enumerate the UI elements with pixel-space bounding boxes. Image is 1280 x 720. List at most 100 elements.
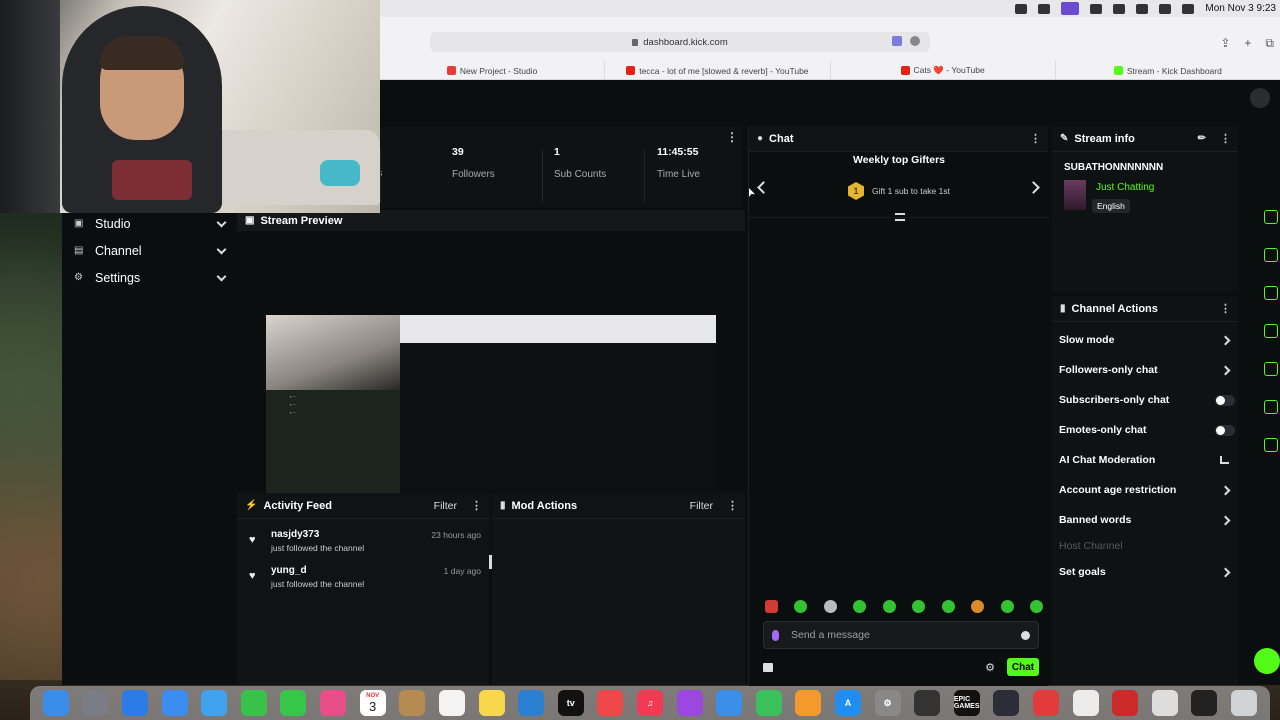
screen-share-icon[interactable] bbox=[1038, 3, 1051, 14]
facetime-icon[interactable] bbox=[280, 690, 307, 716]
calendar-icon[interactable]: NOV 3 bbox=[359, 690, 386, 716]
emote-icon[interactable] bbox=[853, 600, 867, 613]
rail-button[interactable] bbox=[1264, 362, 1278, 376]
send-chat-button[interactable]: Chat bbox=[1007, 658, 1039, 676]
keynote-icon[interactable] bbox=[716, 690, 743, 716]
reminders-icon[interactable] bbox=[438, 690, 465, 716]
toggle-switch[interactable] bbox=[1215, 394, 1235, 406]
sidebar-item-channel[interactable]: ▤ Channel bbox=[62, 237, 237, 264]
contacts-icon[interactable] bbox=[399, 690, 426, 716]
app-store-icon[interactable]: A bbox=[834, 690, 861, 716]
menubar-clock[interactable]: Mon Nov 3 9:23 bbox=[1205, 3, 1276, 14]
document-icon[interactable] bbox=[1072, 690, 1099, 716]
help-button[interactable] bbox=[1254, 648, 1280, 674]
channel-action-emotes-only-chat[interactable]: Emotes-only chat bbox=[1059, 424, 1235, 436]
channel-actions-menu-button[interactable]: ⋮ bbox=[1220, 302, 1231, 315]
channel-action-subscribers-only-chat[interactable]: Subscribers-only chat bbox=[1059, 394, 1235, 406]
channel-action-account-age-restriction[interactable]: Account age restriction bbox=[1059, 484, 1235, 496]
obs-icon[interactable] bbox=[993, 690, 1020, 716]
pages-icon[interactable] bbox=[795, 690, 822, 716]
rail-button[interactable] bbox=[1264, 324, 1278, 338]
finder-icon[interactable] bbox=[42, 690, 69, 716]
reload-icon[interactable] bbox=[910, 36, 920, 46]
sidebar-item-studio[interactable]: ▣ Studio bbox=[62, 210, 237, 237]
share-icon[interactable]: ⇪ bbox=[1220, 36, 1230, 51]
channel-action-set-goals[interactable]: Set goals bbox=[1059, 566, 1235, 578]
new-tab-icon[interactable]: + bbox=[1244, 36, 1251, 51]
sidebar-item-settings[interactable]: ⚙ Settings bbox=[62, 264, 237, 291]
emote-icon[interactable] bbox=[971, 600, 985, 613]
rail-button[interactable] bbox=[1264, 210, 1278, 224]
browser-tab[interactable]: New Project - Studio bbox=[380, 61, 606, 80]
epic-games-icon[interactable]: EPIC GAMES bbox=[953, 690, 980, 716]
play-icon[interactable] bbox=[1090, 3, 1103, 14]
audio-icon[interactable] bbox=[892, 36, 902, 46]
mod-menu-button[interactable]: ⋮ bbox=[727, 499, 738, 512]
rail-button[interactable] bbox=[1264, 438, 1278, 452]
channel-action-banned-words[interactable]: Banned words bbox=[1059, 514, 1235, 526]
trash-icon[interactable] bbox=[1231, 690, 1258, 716]
mod-filter-button[interactable]: Filter bbox=[690, 500, 713, 512]
stats-menu-button[interactable]: ⋮ bbox=[726, 130, 738, 144]
gear-icon[interactable]: ⚙ bbox=[985, 661, 995, 674]
safari-icon[interactable] bbox=[122, 690, 149, 716]
browser-tab[interactable]: Stream - Kick Dashboard bbox=[1056, 61, 1280, 80]
browser-tab[interactable]: tecca - lot of me [slowed & reverb] - Yo… bbox=[605, 61, 831, 80]
wifi-icon[interactable] bbox=[1136, 3, 1149, 14]
guitar-app-icon[interactable] bbox=[914, 690, 941, 716]
rail-button[interactable] bbox=[1264, 248, 1278, 262]
obs-status-icon[interactable] bbox=[1061, 2, 1080, 15]
messages-icon[interactable] bbox=[240, 690, 267, 716]
photos-icon[interactable] bbox=[320, 690, 347, 716]
activity-menu-button[interactable]: ⋮ bbox=[471, 499, 482, 512]
news-icon[interactable] bbox=[597, 690, 624, 716]
apple-tv-icon[interactable]: tv bbox=[557, 690, 584, 716]
channel-action-slow-mode[interactable]: Slow mode bbox=[1059, 334, 1235, 346]
chat-message-input[interactable]: Send a message bbox=[763, 621, 1039, 649]
system-settings-icon[interactable]: ⚙ bbox=[874, 690, 901, 716]
user-avatar[interactable] bbox=[1250, 88, 1270, 108]
headphones-icon[interactable] bbox=[1113, 3, 1126, 14]
launchpad-icon[interactable] bbox=[82, 690, 109, 716]
search-icon[interactable] bbox=[1159, 3, 1172, 14]
emoji-icon[interactable] bbox=[1021, 630, 1030, 640]
folder-icon[interactable] bbox=[1151, 690, 1178, 716]
freeform-icon[interactable] bbox=[518, 690, 545, 716]
chat-menu-button[interactable]: ⋮ bbox=[1030, 132, 1041, 145]
notes-icon[interactable] bbox=[478, 690, 505, 716]
emote-icon[interactable] bbox=[882, 600, 896, 613]
recorder-icon[interactable] bbox=[1033, 690, 1060, 716]
activity-username[interactable]: yung_d bbox=[271, 565, 307, 576]
activity-filter-button[interactable]: Filter bbox=[434, 500, 457, 512]
edit-icon[interactable]: ✏ bbox=[1198, 133, 1206, 144]
activity-username[interactable]: nasjdy373 bbox=[271, 529, 319, 540]
address-bar[interactable]: dashboard.kick.com bbox=[430, 32, 930, 52]
rail-button[interactable] bbox=[1264, 400, 1278, 414]
pdf-icon[interactable] bbox=[1112, 690, 1139, 716]
camera-icon[interactable] bbox=[1015, 3, 1028, 14]
channel-action-followers-only-chat[interactable]: Followers-only chat bbox=[1059, 364, 1235, 376]
emote-icon[interactable] bbox=[941, 600, 955, 613]
control-center-icon[interactable] bbox=[1182, 3, 1195, 14]
podcasts-icon[interactable] bbox=[676, 690, 703, 716]
emote-icon[interactable] bbox=[765, 600, 778, 613]
mic-icon[interactable] bbox=[772, 629, 779, 641]
toggle-switch[interactable] bbox=[1215, 424, 1235, 436]
store-icon[interactable] bbox=[763, 662, 773, 672]
emote-icon[interactable] bbox=[1000, 600, 1014, 613]
app-store-icon[interactable] bbox=[201, 690, 228, 716]
music-icon[interactable]: ♫ bbox=[636, 690, 663, 716]
stream-category[interactable]: Just Chatting bbox=[1096, 182, 1154, 193]
emote-icon[interactable] bbox=[794, 600, 808, 613]
rail-button[interactable] bbox=[1264, 286, 1278, 300]
emote-icon[interactable] bbox=[1029, 600, 1043, 613]
tab-overview-icon[interactable]: ⧉ bbox=[1265, 36, 1274, 51]
emote-icon[interactable] bbox=[912, 600, 926, 613]
numbers-icon[interactable] bbox=[755, 690, 782, 716]
browser-tab[interactable]: Cats ❤️ - YouTube bbox=[831, 61, 1056, 80]
emote-icon[interactable] bbox=[823, 600, 837, 613]
mail-icon[interactable] bbox=[161, 690, 188, 716]
channel-action-ai-chat-moderation[interactable]: AI Chat Moderation bbox=[1059, 454, 1235, 466]
screenshot-icon[interactable] bbox=[1191, 690, 1218, 716]
stream-info-menu-button[interactable]: ⋮ bbox=[1220, 132, 1231, 145]
